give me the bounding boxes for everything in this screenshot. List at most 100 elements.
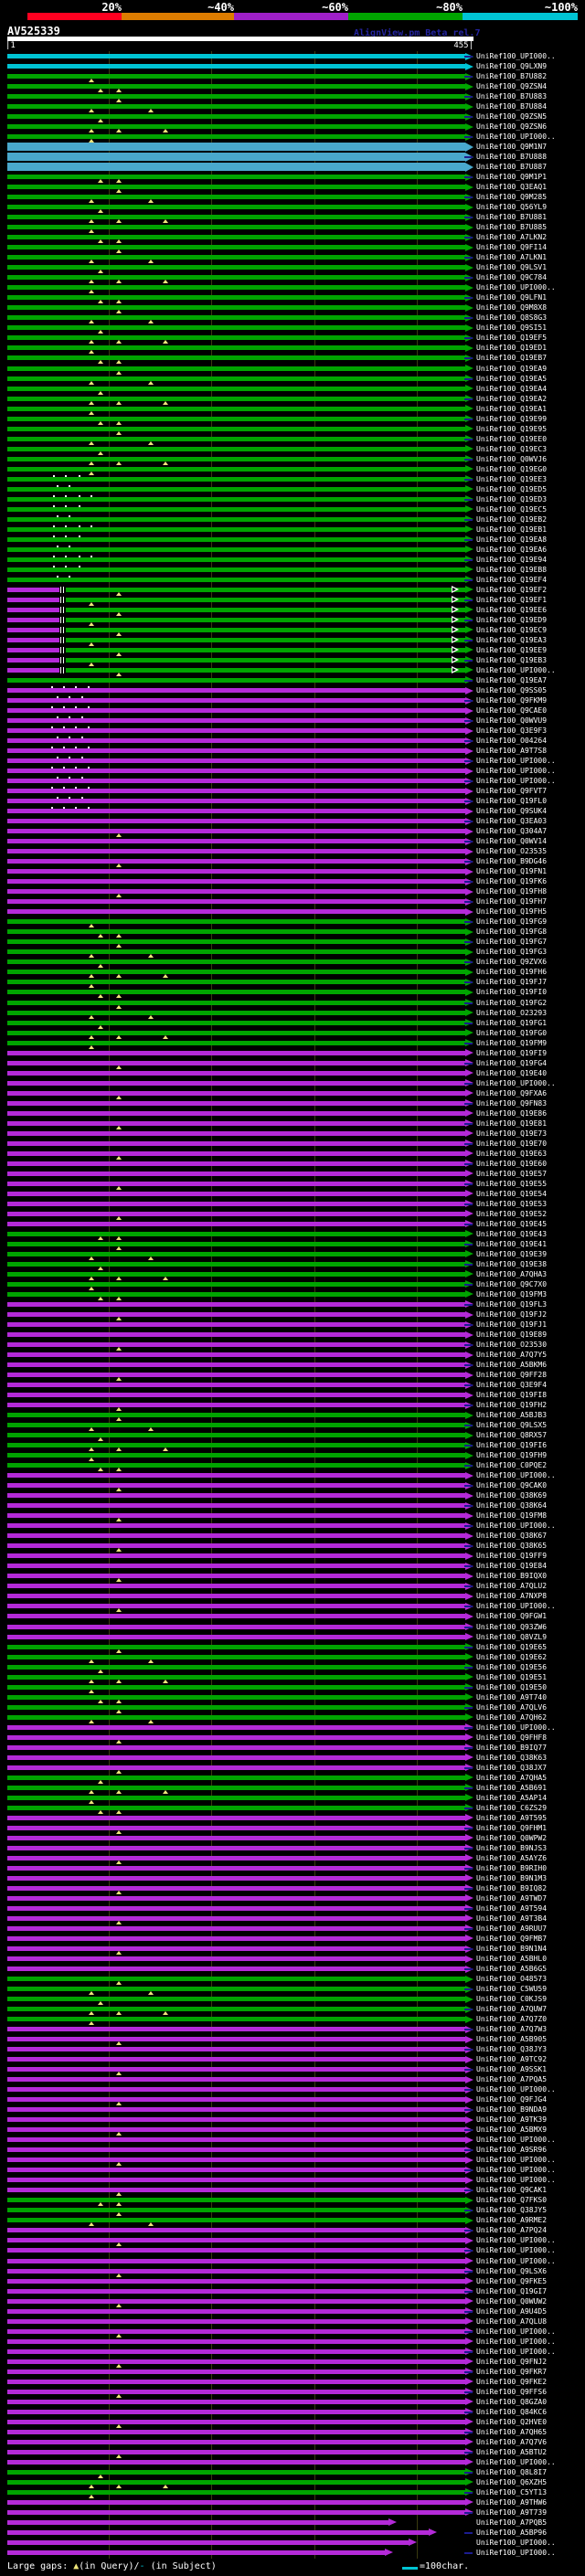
hit-row[interactable]: UniRef100_B7U883 — [0, 91, 585, 103]
hit-label[interactable]: UniRef100_A7PQB5 — [476, 2518, 547, 2527]
hit-label[interactable]: UniRef100_Q19E54 — [476, 1190, 547, 1198]
hit-label[interactable]: UniRef100_A9T3B4 — [476, 1914, 547, 1923]
hit-label[interactable]: UniRef100_Q9FFS6 — [476, 2388, 547, 2396]
hit-label[interactable]: UniRef100_Q19FM8 — [476, 1511, 547, 1520]
hit-label[interactable]: UniRef100_A7Q7Y5 — [476, 1351, 547, 1359]
hit-label[interactable]: UniRef100_Q19EA3 — [476, 636, 547, 644]
hit-row[interactable]: UniRef100_Q19FI9 — [0, 1048, 585, 1058]
hit-row[interactable]: UniRef100_Q9FHM1 — [0, 1823, 585, 1834]
hit-row[interactable]: UniRef100_B9IQ77 — [0, 1743, 585, 1753]
hit-label[interactable]: UniRef100_B9RIH0 — [476, 1864, 547, 1872]
hit-label[interactable]: UniRef100_Q0WUW2 — [476, 2297, 547, 2306]
hit-label[interactable]: UniRef100_UPI000.. — [476, 1471, 556, 1479]
hit-row[interactable]: UniRef100_UPI000.. — [0, 1601, 585, 1613]
hit-label[interactable]: UniRef100_Q19EA5 — [476, 375, 547, 383]
hit-row[interactable]: UniRef100_UPI000.. — [0, 2327, 585, 2337]
hit-label[interactable]: UniRef100_A7QLU2 — [476, 1582, 547, 1590]
hit-label[interactable]: UniRef100_Q19EC5 — [476, 505, 547, 514]
hit-row[interactable]: UniRef100_UPI000.. — [0, 2245, 585, 2255]
hit-row[interactable]: UniRef100_UPI000.. — [0, 51, 585, 61]
hit-row[interactable]: UniRef100_A5B6G5 — [0, 1964, 585, 1974]
hit-label[interactable]: UniRef100_Q19E40 — [476, 1069, 547, 1077]
hit-row[interactable]: UniRef100_Q19EC3 — [0, 444, 585, 455]
hit-label[interactable]: UniRef100_Q9ZSN6 — [476, 122, 547, 131]
hit-label[interactable]: UniRef100_Q19FH2 — [476, 1401, 547, 1409]
hit-row[interactable]: UniRef100_UPI000.. — [0, 2538, 585, 2548]
hit-row[interactable]: UniRef100_B7U888 — [0, 152, 585, 162]
hit-row[interactable]: UniRef100_Q9CAE0 — [0, 705, 585, 716]
hit-row[interactable]: UniRef100_Q19E54 — [0, 1189, 585, 1199]
hit-row[interactable]: UniRef100_A9RME2 — [0, 2215, 585, 2227]
hit-label[interactable]: UniRef100_B9IQ82 — [476, 1884, 547, 1892]
hit-row[interactable]: UniRef100_Q19EB7 — [0, 353, 585, 365]
hit-label[interactable]: UniRef100_B9N1M3 — [476, 1874, 547, 1882]
hit-row[interactable]: UniRef100_A9T594 — [0, 1903, 585, 1913]
hit-row[interactable]: UniRef100_Q19FG3 — [0, 947, 585, 959]
hit-label[interactable]: UniRef100_Q9FKE5 — [476, 2277, 547, 2285]
hit-row[interactable]: UniRef100_A7PQB5 — [0, 2518, 585, 2528]
hit-label[interactable]: UniRef100_Q19E84 — [476, 1562, 547, 1570]
hit-row[interactable]: UniRef100_A7QHA5 — [0, 1773, 585, 1784]
hit-row[interactable]: UniRef100_Q84KC6 — [0, 2407, 585, 2417]
hit-row[interactable]: UniRef100_Q9C784 — [0, 272, 585, 284]
hit-label[interactable]: UniRef100_Q19E81 — [476, 1119, 547, 1128]
hit-row[interactable]: UniRef100_B7U884 — [0, 101, 585, 113]
hit-row[interactable]: UniRef100_Q19EA6 — [0, 545, 585, 555]
hit-label[interactable]: UniRef100_Q38JX7 — [476, 1764, 547, 1772]
hit-row[interactable]: UniRef100_A5BP96 — [0, 2528, 585, 2538]
hit-label[interactable]: UniRef100_Q19EA7 — [476, 676, 547, 684]
hit-row[interactable]: UniRef100_Q19E73 — [0, 1129, 585, 1139]
hit-row[interactable]: UniRef100_A9THW6 — [0, 2497, 585, 2507]
hit-label[interactable]: UniRef100_A9SR96 — [476, 2146, 547, 2154]
hit-label[interactable]: UniRef100_Q19FM9 — [476, 1039, 547, 1047]
hit-row[interactable]: UniRef100_Q19FH5 — [0, 906, 585, 917]
hit-label[interactable]: UniRef100_Q19E45 — [476, 1220, 547, 1228]
hit-label[interactable]: UniRef100_Q19EF4 — [476, 576, 547, 584]
hit-row[interactable]: UniRef100_Q9M1P1 — [0, 172, 585, 184]
hit-row[interactable]: UniRef100_Q19EA5 — [0, 374, 585, 385]
hit-row[interactable]: UniRef100_Q19EE9 — [0, 645, 585, 656]
hit-label[interactable]: UniRef100_Q9FN83 — [476, 1099, 547, 1108]
hit-label[interactable]: UniRef100_Q19FH7 — [476, 897, 547, 906]
hit-label[interactable]: UniRef100_A7LKN2 — [476, 233, 547, 241]
hit-row[interactable]: UniRef100_Q19FL0 — [0, 796, 585, 806]
hit-row[interactable]: UniRef100_Q9SI51 — [0, 323, 585, 334]
hit-row[interactable]: UniRef100_Q19EA4 — [0, 384, 585, 395]
hit-row[interactable]: UniRef100_UPI000.. — [0, 2337, 585, 2347]
hit-row[interactable]: UniRef100_Q19E56 — [0, 1662, 585, 1673]
hit-row[interactable]: UniRef100_Q9LFN1 — [0, 292, 585, 304]
hit-row[interactable]: UniRef100_Q19EA2 — [0, 394, 585, 405]
hit-row[interactable]: UniRef100_Q9FGW1 — [0, 1611, 585, 1621]
hit-label[interactable]: UniRef100_UPI000.. — [476, 2458, 556, 2466]
hit-label[interactable]: UniRef100_B9DG46 — [476, 857, 547, 865]
hit-row[interactable]: UniRef100_A7PQA5 — [0, 2074, 585, 2084]
hit-label[interactable]: UniRef100_UPI000.. — [476, 133, 556, 141]
hit-label[interactable]: UniRef100_B9IQ77 — [476, 1744, 547, 1752]
hit-row[interactable]: UniRef100_Q19FH2 — [0, 1400, 585, 1412]
hit-label[interactable]: UniRef100_Q19FG7 — [476, 938, 547, 946]
hit-row[interactable]: UniRef100_Q9FFS6 — [0, 2387, 585, 2398]
hit-row[interactable]: UniRef100_A5BMX9 — [0, 2125, 585, 2136]
hit-row[interactable]: UniRef100_Q8GZA0 — [0, 2397, 585, 2407]
hit-label[interactable]: UniRef100_Q19E41 — [476, 1240, 547, 1248]
hit-label[interactable]: UniRef100_Q19EE0 — [476, 435, 547, 443]
hit-label[interactable]: UniRef100_C0PQE2 — [476, 1461, 547, 1469]
hit-row[interactable]: UniRef100_Q19E55 — [0, 1179, 585, 1190]
hit-row[interactable]: UniRef100_O23535 — [0, 846, 585, 856]
hit-label[interactable]: UniRef100_B9NJS3 — [476, 1844, 547, 1852]
hit-row[interactable]: UniRef100_A7QLU2 — [0, 1581, 585, 1591]
hit-label[interactable]: UniRef100_Q3EAQ1 — [476, 183, 547, 191]
hit-label[interactable]: UniRef100_Q19FI8 — [476, 1391, 547, 1399]
hit-row[interactable]: UniRef100_Q9SS05 — [0, 685, 585, 695]
hit-label[interactable]: UniRef100_Q8RX57 — [476, 1431, 547, 1439]
hit-row[interactable]: UniRef100_Q19EE0 — [0, 434, 585, 445]
hit-row[interactable]: UniRef100_Q7FKS0 — [0, 2195, 585, 2207]
hit-label[interactable]: UniRef100_A9T7S8 — [476, 747, 547, 755]
hit-row[interactable]: UniRef100_Q3EAQ1 — [0, 182, 585, 194]
hit-row[interactable]: UniRef100_A7QLU8 — [0, 2316, 585, 2327]
hit-row[interactable]: UniRef100_Q9FNJ2 — [0, 2357, 585, 2368]
hit-label[interactable]: UniRef100_Q19EB2 — [476, 515, 547, 524]
hit-label[interactable]: UniRef100_A7Q7V6 — [476, 2438, 547, 2446]
hit-label[interactable]: UniRef100_Q19FG2 — [476, 999, 547, 1007]
hit-label[interactable]: UniRef100_UPI000.. — [476, 2085, 556, 2094]
